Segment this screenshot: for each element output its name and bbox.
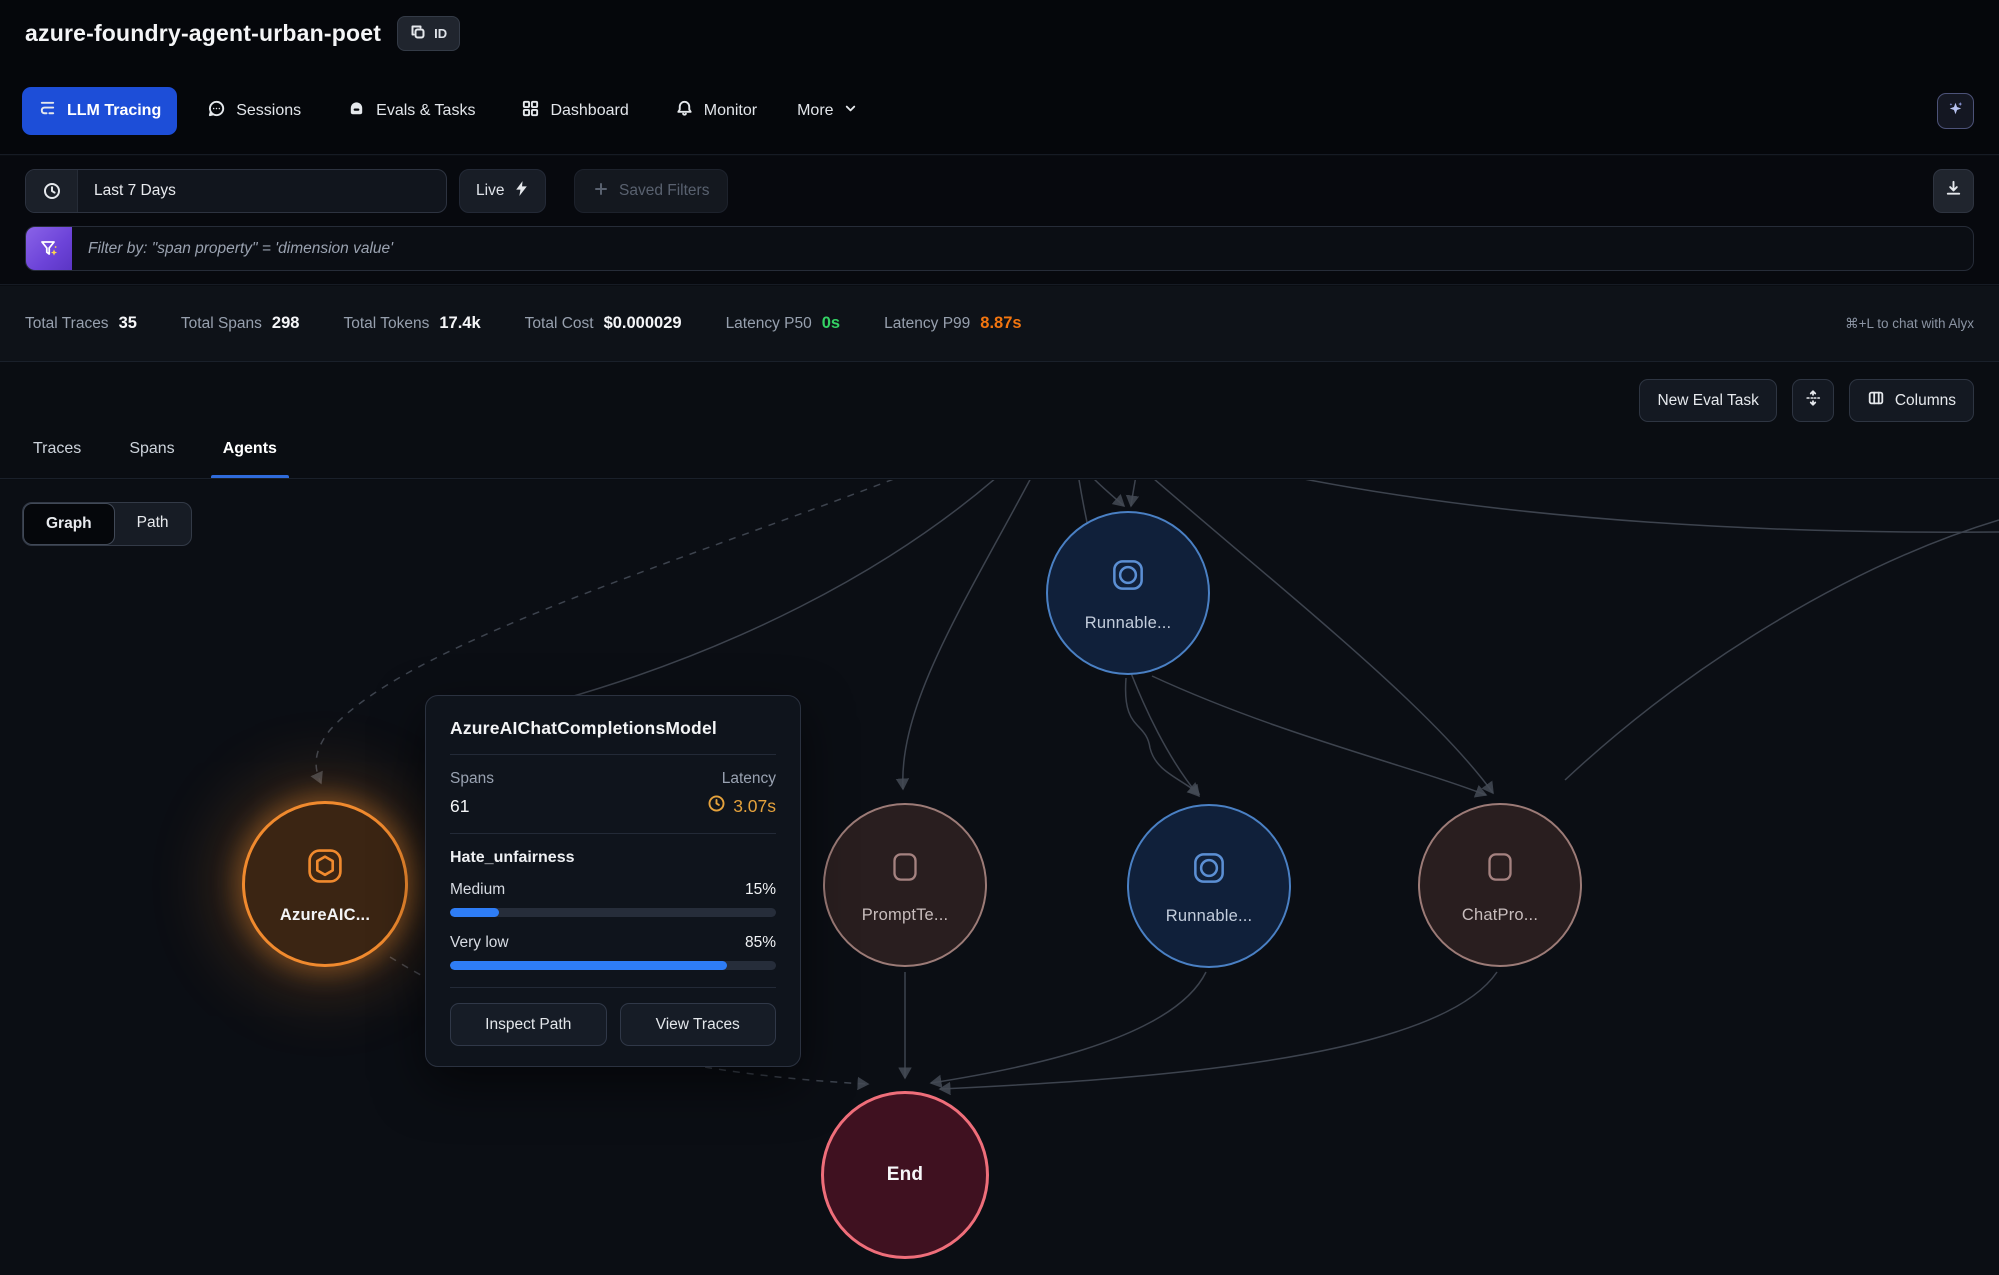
node-label: ChatPro... bbox=[1462, 906, 1538, 925]
tab-evals-tasks[interactable]: Evals & Tasks bbox=[331, 87, 491, 135]
columns-button[interactable]: Columns bbox=[1849, 379, 1974, 422]
primary-nav: LLM Tracing Sessions Evals & Tasks Dashb… bbox=[22, 87, 868, 135]
divider bbox=[450, 833, 776, 834]
live-toggle[interactable]: Live bbox=[459, 169, 546, 213]
lightning-icon bbox=[514, 180, 529, 202]
prompt-icon bbox=[1479, 846, 1521, 893]
latency-label: Latency bbox=[722, 770, 776, 788]
progress-very-low bbox=[450, 961, 776, 970]
inspect-path-button[interactable]: Inspect Path bbox=[450, 1003, 607, 1046]
plus-icon bbox=[593, 181, 609, 202]
card-title: AzureAIChatCompletionsModel bbox=[450, 718, 776, 739]
spans-label: Spans bbox=[450, 770, 494, 788]
stat-latency-p99: Latency P998.87s bbox=[884, 314, 1021, 333]
stat-total-spans: Total Spans298 bbox=[181, 314, 300, 333]
clock-amber-icon bbox=[707, 794, 726, 818]
tab-spans[interactable]: Spans bbox=[129, 440, 174, 478]
chat-shortcut-hint: ⌘+L to chat with Alyx bbox=[1845, 286, 1974, 361]
node-detail-card: AzureAIChatCompletionsModel Spans Latenc… bbox=[425, 695, 801, 1067]
stats-bar: Total Traces35 Total Spans298 Total Toke… bbox=[0, 286, 1999, 362]
tab-monitor[interactable]: Monitor bbox=[659, 87, 773, 135]
divider bbox=[450, 987, 776, 988]
graph-node-prompt-template[interactable]: PromptTe... bbox=[823, 803, 987, 967]
time-range-select[interactable]: Last 7 Days bbox=[25, 169, 447, 213]
ai-assistant-button[interactable] bbox=[1937, 93, 1974, 129]
tracing-icon bbox=[38, 99, 57, 123]
saved-filters-button[interactable]: Saved Filters bbox=[574, 169, 728, 213]
clock-icon bbox=[26, 170, 78, 212]
dashboard-icon bbox=[521, 99, 540, 123]
latency-value: 3.07s bbox=[707, 794, 776, 818]
node-label: PromptTe... bbox=[862, 906, 949, 925]
graph-node-runnable-top[interactable]: Runnable... bbox=[1046, 511, 1210, 675]
graph-path-toggle: Graph Path bbox=[22, 502, 192, 546]
sessions-icon bbox=[207, 99, 226, 123]
graph-node-runnable-mid[interactable]: Runnable... bbox=[1127, 804, 1291, 968]
header: azure-foundry-agent-urban-poet ID LLM Tr… bbox=[0, 0, 1999, 155]
bell-icon bbox=[675, 99, 694, 123]
copy-id-button[interactable]: ID bbox=[397, 16, 460, 51]
node-label: Runnable... bbox=[1166, 907, 1253, 926]
runnable-icon bbox=[1107, 554, 1149, 601]
columns-icon bbox=[1867, 389, 1885, 412]
stat-total-traces: Total Traces35 bbox=[25, 314, 137, 333]
metric-medium: Medium 15% bbox=[450, 881, 776, 899]
divider bbox=[450, 754, 776, 755]
table-toolbar: New Eval Task Columns Traces Spans Agent… bbox=[0, 363, 1999, 479]
node-label: AzureAIC... bbox=[280, 906, 370, 925]
expand-vertical-icon bbox=[1804, 389, 1822, 412]
node-label: End bbox=[887, 1164, 924, 1186]
sparkles-icon bbox=[1946, 99, 1965, 123]
toggle-path[interactable]: Path bbox=[115, 503, 191, 545]
agent-graph-canvas: Graph Path bbox=[0, 480, 1999, 1275]
row-height-button[interactable] bbox=[1792, 379, 1834, 422]
toggle-graph[interactable]: Graph bbox=[23, 503, 115, 545]
runnable-icon bbox=[1188, 847, 1230, 894]
tab-traces[interactable]: Traces bbox=[33, 440, 81, 478]
copy-icon bbox=[410, 24, 426, 43]
chevron-down-icon bbox=[843, 101, 858, 121]
node-label: Runnable... bbox=[1085, 614, 1172, 633]
tab-dashboard[interactable]: Dashboard bbox=[505, 87, 644, 135]
tab-llm-tracing[interactable]: LLM Tracing bbox=[22, 87, 177, 135]
prompt-icon bbox=[884, 846, 926, 893]
eval-section-title: Hate_unfairness bbox=[450, 849, 776, 867]
tab-sessions[interactable]: Sessions bbox=[191, 87, 317, 135]
app-window: azure-foundry-agent-urban-poet ID LLM Tr… bbox=[0, 0, 1999, 1275]
more-menu[interactable]: More bbox=[787, 89, 867, 133]
ai-filter-icon[interactable] bbox=[26, 227, 72, 270]
stat-total-tokens: Total Tokens17.4k bbox=[343, 314, 480, 333]
progress-medium bbox=[450, 908, 776, 917]
time-range-value: Last 7 Days bbox=[78, 182, 176, 200]
view-traces-button[interactable]: View Traces bbox=[620, 1003, 777, 1046]
metric-very-low: Very low 85% bbox=[450, 934, 776, 952]
filter-zone: Last 7 Days Live Saved Filters bbox=[0, 156, 1999, 285]
tab-agents[interactable]: Agents bbox=[223, 440, 277, 478]
filter-query-input[interactable] bbox=[72, 227, 1973, 270]
download-icon bbox=[1944, 179, 1963, 203]
stat-latency-p50: Latency P500s bbox=[726, 314, 841, 333]
new-eval-task-button[interactable]: New Eval Task bbox=[1639, 379, 1776, 422]
export-button[interactable] bbox=[1933, 169, 1974, 213]
graph-node-chat-prompt[interactable]: ChatPro... bbox=[1418, 803, 1582, 967]
spans-value: 61 bbox=[450, 796, 469, 817]
graph-node-end[interactable]: End bbox=[821, 1091, 989, 1259]
graph-node-azure-ai-model[interactable]: AzureAIC... bbox=[242, 801, 408, 967]
model-hexagon-icon bbox=[303, 844, 347, 893]
view-tabs: Traces Spans Agents bbox=[33, 440, 277, 478]
page-title: azure-foundry-agent-urban-poet bbox=[25, 20, 381, 47]
stat-total-cost: Total Cost$0.000029 bbox=[525, 314, 682, 333]
evals-icon bbox=[347, 99, 366, 123]
filter-query-bar bbox=[25, 226, 1974, 271]
